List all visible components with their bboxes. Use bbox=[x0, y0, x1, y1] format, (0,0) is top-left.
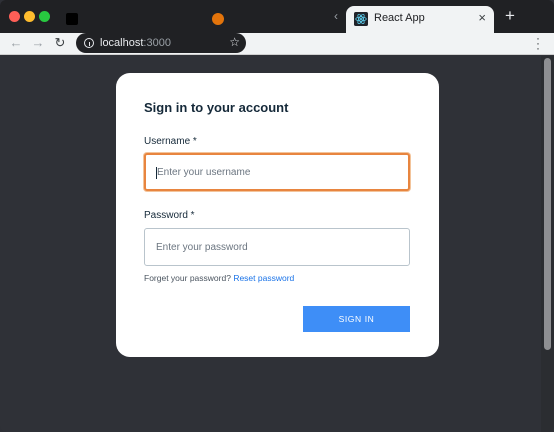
new-tab-button[interactable]: + bbox=[500, 6, 520, 26]
url-port: :3000 bbox=[143, 37, 171, 49]
forgot-password-row: Forget your password? Reset password bbox=[144, 273, 294, 283]
password-input[interactable] bbox=[144, 228, 410, 266]
window-minimize-button[interactable] bbox=[24, 11, 35, 22]
browser-menu-icon[interactable]: · · · bbox=[536, 32, 540, 54]
tab-title: React App bbox=[374, 12, 425, 24]
react-logo-icon bbox=[354, 12, 368, 26]
username-label: Username * bbox=[144, 136, 197, 147]
username-input[interactable] bbox=[144, 153, 410, 191]
password-label: Password * bbox=[144, 210, 195, 221]
url-text: localhost:3000 bbox=[100, 37, 171, 49]
page-scrollbar[interactable] bbox=[541, 56, 554, 432]
tab-close-icon[interactable]: × bbox=[478, 10, 486, 25]
bookmark-star-icon[interactable]: ☆ bbox=[229, 35, 240, 49]
tab-background-2[interactable] bbox=[204, 6, 332, 33]
window-close-button[interactable] bbox=[9, 11, 20, 22]
tab-favicon bbox=[66, 13, 78, 25]
tab-react-app[interactable]: React App × bbox=[346, 6, 494, 33]
browser-toolbar: ← → ↻ localhost:3000 ☆ · · · bbox=[0, 32, 554, 55]
tab-strip: ‹ React App × + bbox=[0, 0, 554, 33]
scrollbar-thumb[interactable] bbox=[544, 58, 551, 350]
address-bar[interactable]: localhost:3000 ☆ bbox=[76, 33, 246, 53]
window-maximize-button[interactable] bbox=[39, 11, 50, 22]
forgot-password-text: Forget your password? bbox=[144, 273, 231, 283]
browser-window: ‹ React App × + ← → ↻ localhost:3000 ☆ ·… bbox=[0, 0, 554, 432]
text-caret bbox=[156, 167, 157, 179]
signin-title: Sign in to your account bbox=[144, 100, 289, 115]
chevron-left-icon: ‹ bbox=[334, 9, 338, 23]
reset-password-link[interactable]: Reset password bbox=[233, 273, 294, 283]
forward-arrow-icon[interactable]: → bbox=[30, 35, 46, 51]
reload-icon[interactable]: ↻ bbox=[52, 35, 68, 51]
tab-favicon bbox=[212, 13, 224, 25]
info-icon[interactable] bbox=[84, 38, 94, 48]
url-host: localhost bbox=[100, 37, 144, 49]
back-arrow-icon[interactable]: ← bbox=[8, 35, 24, 51]
sign-in-button[interactable]: SIGN IN bbox=[303, 306, 410, 332]
tab-background-1[interactable] bbox=[58, 6, 200, 33]
signin-card: Sign in to your account Username * Passw… bbox=[116, 73, 439, 357]
